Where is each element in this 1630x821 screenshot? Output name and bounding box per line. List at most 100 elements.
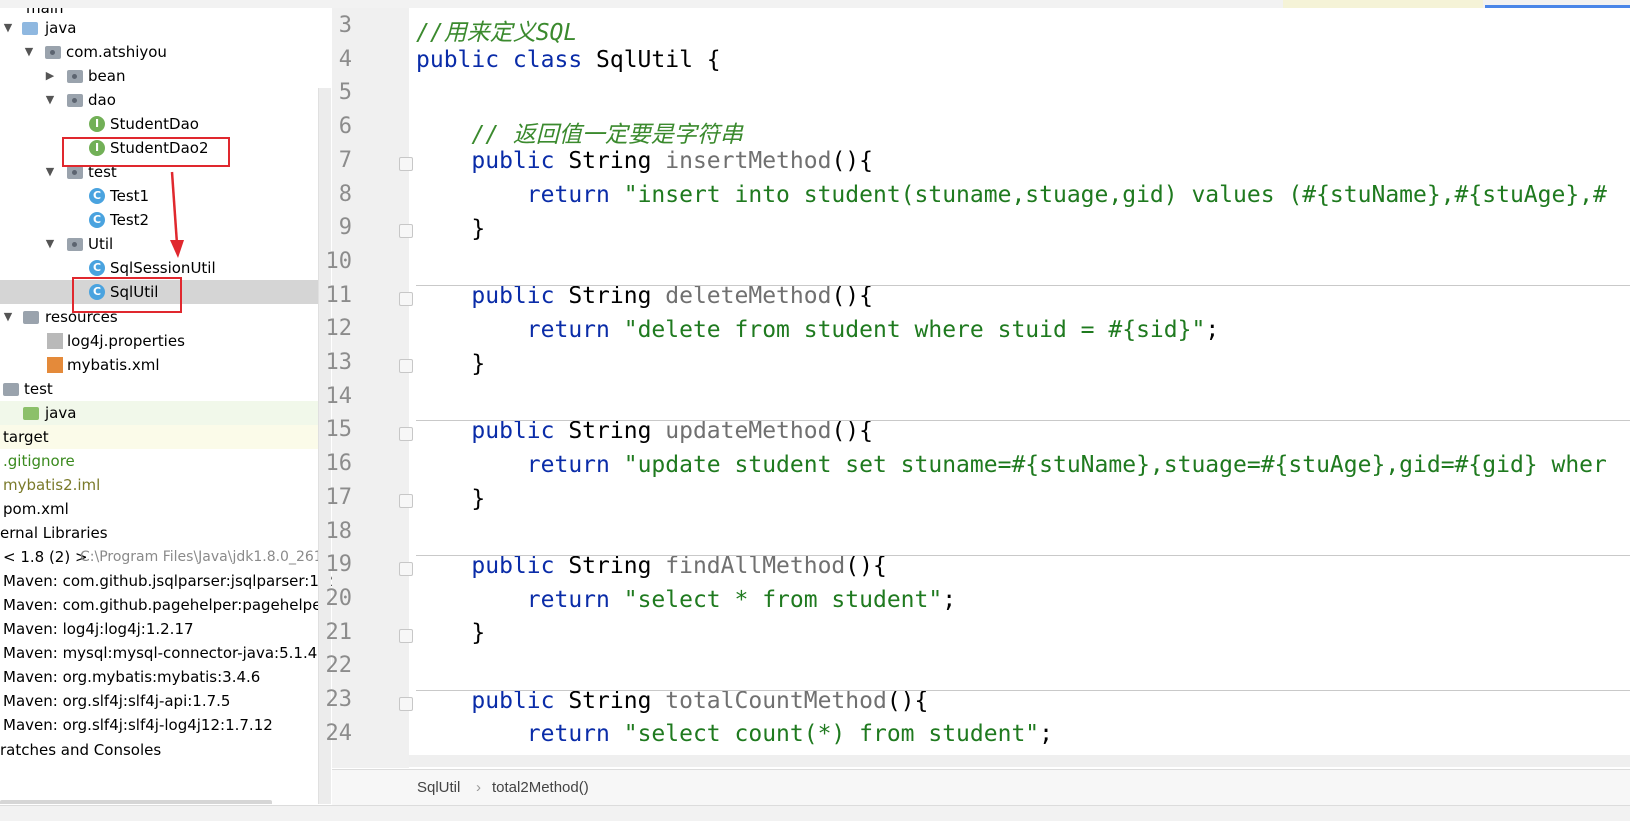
code-editor[interactable]: //用来定义SQL public class SqlUtil { // 返回值一…	[409, 8, 1630, 768]
tree-item-package-bean[interactable]: ▶ bean	[0, 64, 332, 88]
tree-item-label: Maven: com.github.pagehelper:pagehelper:…	[3, 596, 332, 614]
chevron-right-icon[interactable]: ▶	[44, 64, 56, 88]
line-number: 8	[338, 182, 352, 207]
chevron-down-icon[interactable]: ▼	[2, 16, 14, 40]
chevron-down-icon[interactable]: ▼	[44, 160, 56, 184]
method-name: updateMethod	[665, 418, 832, 444]
tree-item-maven-lib[interactable]: Maven: mysql:mysql-connector-java:5.1.40	[0, 641, 332, 665]
class-icon: C	[89, 188, 105, 204]
string-literal: "select count(*) from student"	[609, 721, 1040, 747]
folder-icon	[22, 22, 38, 35]
string-literal: "select * from student"	[609, 587, 943, 613]
tree-item-package-com-atshiyou[interactable]: ▼ com.atshiyou	[0, 40, 332, 64]
tree-item-label: < 1.8 (2) >	[3, 548, 88, 566]
tree-item-external-libraries[interactable]: ernal Libraries	[0, 521, 332, 545]
fold-marker-icon[interactable]	[399, 292, 413, 306]
keyword-text: return	[526, 721, 610, 747]
line-number: 4	[338, 47, 352, 72]
tree-item-maven-lib[interactable]: Maven: log4j:log4j:1.2.17	[0, 617, 332, 641]
tree-item-label: Maven: org.mybatis:mybatis:3.4.6	[3, 668, 261, 686]
tree-item-test-folder[interactable]: test	[0, 377, 332, 401]
folder-icon	[23, 311, 39, 324]
fold-marker-icon[interactable]	[399, 494, 413, 508]
chevron-down-icon[interactable]: ▼	[44, 232, 56, 256]
line-number: 16	[325, 451, 353, 476]
tree-item-label: test	[24, 380, 53, 398]
method-name: deleteMethod	[665, 283, 832, 309]
editor-horizontal-scrollbar[interactable]	[409, 755, 1630, 767]
tree-item-label: Maven: org.slf4j:slf4j-log4j12:1.7.12	[3, 716, 273, 734]
string-literal: "insert into student(stuname,stuage,gid)…	[609, 182, 1607, 208]
breadcrumb-method[interactable]: total2Method()	[492, 779, 589, 796]
code-text: ;	[1039, 721, 1053, 747]
tree-item-label: target	[3, 428, 49, 446]
tree-item-label: .gitignore	[3, 452, 75, 470]
tree-item-log4j-properties[interactable]: log4j.properties	[0, 329, 332, 353]
tree-item-label: log4j.properties	[67, 332, 185, 350]
tree-item-mybatis2-iml[interactable]: mybatis2.iml	[0, 473, 332, 497]
package-icon	[67, 70, 83, 83]
code-line: }	[409, 617, 1630, 651]
tree-item-gitignore[interactable]: .gitignore	[0, 449, 332, 473]
tree-item-label: Test2	[110, 211, 150, 229]
tree-item-maven-lib[interactable]: Maven: org.mybatis:mybatis:3.4.6	[0, 665, 332, 689]
keyword-text: return	[526, 452, 610, 478]
code-text: (){	[845, 553, 887, 579]
line-number: 12	[325, 316, 353, 341]
line-number: 22	[325, 653, 353, 678]
xml-file-icon	[47, 357, 63, 373]
properties-file-icon	[47, 333, 63, 349]
tree-item-package-dao[interactable]: ▼ dao	[0, 88, 332, 112]
keyword-text: public	[471, 553, 555, 579]
line-number: 11	[325, 283, 353, 308]
tree-item-java[interactable]: ▼ java	[0, 16, 332, 40]
tree-item-label: dao	[88, 91, 116, 109]
fold-marker-icon[interactable]	[399, 427, 413, 441]
line-number: 23	[325, 687, 353, 712]
code-line: public class SqlUtil {	[409, 44, 1630, 78]
tree-item-maven-lib[interactable]: Maven: com.github.jsqlparser:jsqlparser:…	[0, 569, 332, 593]
chevron-down-icon[interactable]: ▼	[23, 40, 35, 64]
method-separator	[416, 285, 1630, 286]
code-text: (){	[886, 688, 929, 714]
tree-item-StudentDao[interactable]: I StudentDao	[0, 112, 332, 136]
type-text: String	[554, 418, 666, 444]
code-text: }	[471, 620, 486, 646]
fold-marker-icon[interactable]	[399, 562, 413, 576]
fold-marker-icon[interactable]	[399, 359, 413, 373]
chevron-down-icon[interactable]: ▼	[44, 88, 56, 112]
tree-item-mybatis-xml[interactable]: mybatis.xml	[0, 353, 332, 377]
fold-marker-icon[interactable]	[399, 224, 413, 238]
interface-icon: I	[89, 116, 105, 132]
tree-horizontal-scrollbar[interactable]	[0, 800, 272, 804]
fold-marker-icon[interactable]	[399, 629, 413, 643]
method-name: insertMethod	[665, 148, 832, 174]
tree-item-jdk[interactable]: < 1.8 (2) > C:\Program Files\Java\jdk1.8…	[0, 545, 332, 569]
keyword-text: public	[471, 418, 555, 444]
tree-item-pom-xml[interactable]: pom.xml	[0, 497, 332, 521]
tree-item-maven-lib[interactable]: Maven: org.slf4j:slf4j-api:1.7.5	[0, 689, 332, 713]
tree-item-maven-lib[interactable]: Maven: org.slf4j:slf4j-log4j12:1.7.12	[0, 713, 332, 737]
fold-marker-icon[interactable]	[399, 697, 413, 711]
method-name: findAllMethod	[665, 553, 846, 579]
line-number: 10	[325, 249, 353, 274]
tree-item-target[interactable]: target	[0, 425, 318, 449]
code-line: //用来定义SQL	[409, 10, 1630, 46]
tree-item-maven-lib[interactable]: Maven: com.github.pagehelper:pagehelper:…	[0, 593, 332, 617]
chevron-down-icon[interactable]: ▼	[2, 305, 14, 329]
breadcrumb-class[interactable]: SqlUtil	[417, 779, 460, 796]
code-line: return "insert into student(stuname,stua…	[409, 179, 1630, 213]
breadcrumb: SqlUtil › total2Method()	[332, 769, 1630, 806]
code-line: return "delete from student where stuid …	[409, 314, 1630, 348]
fold-marker-icon[interactable]	[399, 157, 413, 171]
string-literal: "delete from student where stuid = #{sid…	[609, 317, 1206, 343]
editor-tab-inactive[interactable]	[1283, 0, 1483, 8]
line-number: 7	[338, 148, 352, 173]
code-text: (){	[831, 283, 873, 309]
code-text: }	[471, 486, 486, 512]
tree-item-test-java[interactable]: java	[0, 401, 318, 425]
folder-icon	[23, 407, 39, 420]
type-text: String	[554, 688, 666, 714]
tree-item-scratches-consoles[interactable]: ratches and Consoles	[0, 738, 332, 762]
tree-item-label: java	[45, 404, 77, 422]
